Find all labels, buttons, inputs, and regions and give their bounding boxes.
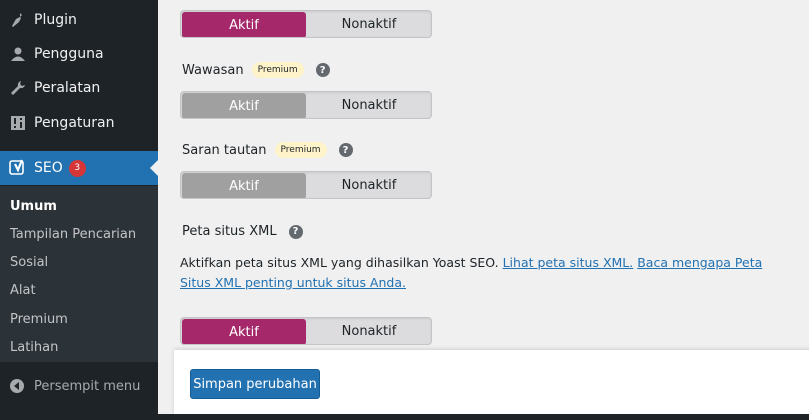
premium-badge: Premium xyxy=(251,62,304,78)
sidebar-item-label: Pengaturan xyxy=(34,115,115,131)
collapse-menu-label: Persempit menu xyxy=(34,378,141,394)
bottom-strip xyxy=(0,414,809,420)
admin-sidebar: Plugin Pengguna Peralatan Pengaturan SEO… xyxy=(0,0,158,420)
toggle-on-option[interactable]: Aktif xyxy=(182,319,306,344)
users-icon xyxy=(0,46,34,62)
yoast-icon xyxy=(0,159,34,177)
toggle-on-option[interactable]: Aktif xyxy=(182,12,306,37)
sidebar-item-label: Peralatan xyxy=(34,80,101,96)
settings-icon xyxy=(0,115,34,131)
submenu-item-tampilan-pencarian[interactable]: Tampilan Pencarian xyxy=(10,227,136,242)
wawasan-label: Wawasan xyxy=(182,62,244,78)
toggle-off-option[interactable]: Nonaktif xyxy=(307,172,431,198)
view-sitemap-link[interactable]: Lihat peta situs XML. xyxy=(503,255,634,270)
sidebar-item-label: Pengguna xyxy=(34,46,104,62)
sidebar-item-label: Plugin xyxy=(34,12,77,28)
settings-panel: Aktif Nonaktif Wawasan Premium ? Aktif N… xyxy=(158,0,809,420)
submenu-item-premium[interactable]: Premium xyxy=(10,312,68,327)
submenu-item-umum[interactable]: Umum xyxy=(10,199,57,214)
saran-label: Saran tautan xyxy=(182,142,267,158)
toggle-off-option[interactable]: Nonaktif xyxy=(307,92,431,118)
premium-badge: Premium xyxy=(274,142,327,158)
toggle-off-option[interactable]: Nonaktif xyxy=(307,11,431,37)
toggle-peta-situs[interactable]: Aktif Nonaktif xyxy=(180,317,432,345)
description-text: Aktifkan peta situs XML yang dihasilkan … xyxy=(180,255,499,270)
sidebar-item-seo[interactable]: SEO 3 xyxy=(0,151,158,185)
toggle-off-option[interactable]: Nonaktif xyxy=(307,318,431,344)
sidebar-item-peralatan[interactable]: Peralatan xyxy=(0,71,158,105)
save-bar: Simpan perubahan xyxy=(174,350,809,416)
peta-label: Peta situs XML xyxy=(182,224,277,239)
sidebar-item-label: SEO xyxy=(34,160,63,176)
save-changes-button[interactable]: Simpan perubahan xyxy=(190,369,320,399)
toggle-on-option[interactable]: Aktif xyxy=(182,93,306,118)
tools-icon xyxy=(0,80,34,96)
field-label-saran-tautan: Saran tautan Premium ? xyxy=(182,142,353,158)
submenu-item-sosial[interactable]: Sosial xyxy=(10,255,48,270)
peta-situs-description: Aktifkan peta situs XML yang dihasilkan … xyxy=(180,253,780,293)
plugin-icon xyxy=(0,12,34,28)
submenu-item-alat[interactable]: Alat xyxy=(10,283,36,298)
toggle-on-option[interactable]: Aktif xyxy=(182,173,306,198)
field-label-wawasan: Wawasan Premium ? xyxy=(182,62,330,78)
collapse-arrow-icon xyxy=(0,378,34,394)
seo-submenu: Umum Tampilan Pencarian Sosial Alat Prem… xyxy=(0,186,158,362)
sidebar-item-pengguna[interactable]: Pengguna xyxy=(0,37,158,71)
collapse-menu-button[interactable]: Persempit menu xyxy=(0,372,158,400)
toggle-first-feature[interactable]: Aktif Nonaktif xyxy=(180,10,432,38)
sidebar-item-pengaturan[interactable]: Pengaturan xyxy=(0,106,158,140)
help-icon[interactable]: ? xyxy=(288,224,303,239)
toggle-saran-tautan[interactable]: Aktif Nonaktif xyxy=(180,171,432,199)
help-icon[interactable]: ? xyxy=(338,143,353,157)
toggle-wawasan[interactable]: Aktif Nonaktif xyxy=(180,91,432,119)
notification-badge: 3 xyxy=(68,159,86,177)
submenu-item-latihan[interactable]: Latihan xyxy=(10,340,58,355)
help-icon[interactable]: ? xyxy=(315,63,330,77)
field-label-peta-situs: Peta situs XML ? xyxy=(182,224,303,239)
sidebar-item-plugin[interactable]: Plugin xyxy=(0,3,158,37)
